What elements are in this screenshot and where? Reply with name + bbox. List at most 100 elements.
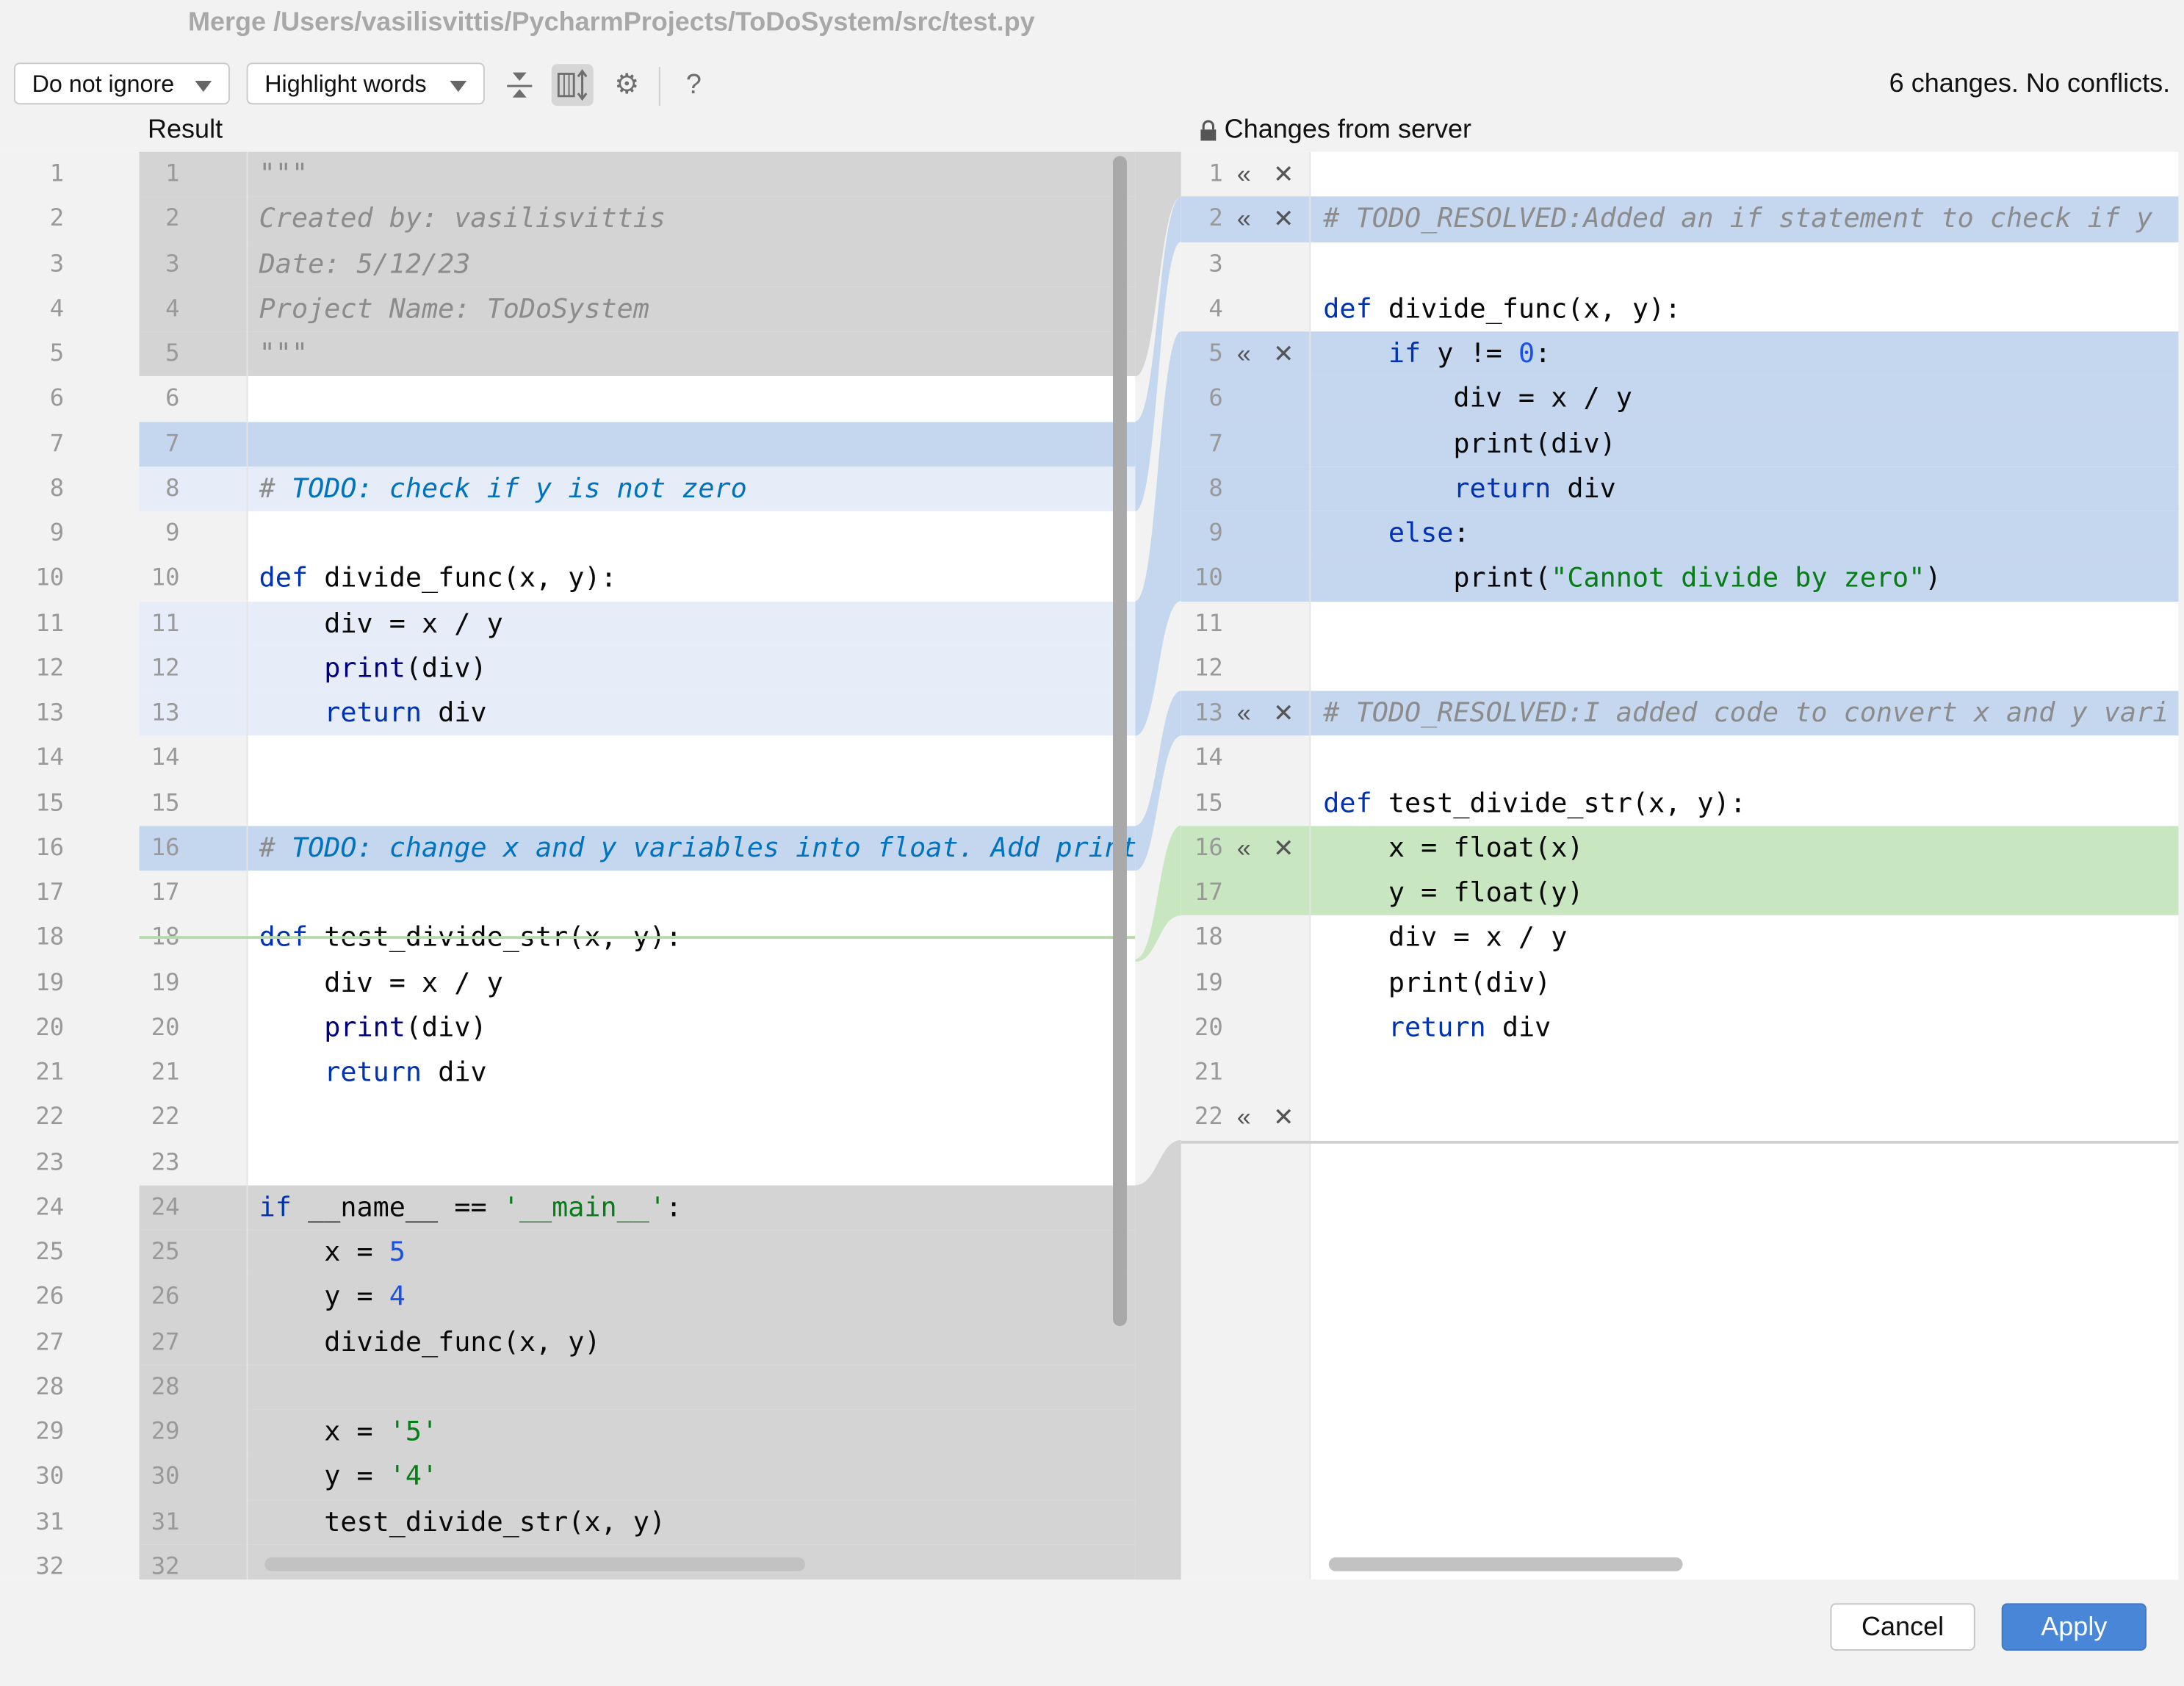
accept-change-icon[interactable]: « (1237, 1095, 1251, 1140)
code-token: def (259, 561, 325, 594)
code-line: y = float(y) (1323, 871, 1584, 915)
code-token: test_divide_str(x, y): (1388, 786, 1746, 818)
connector-band (1135, 1139, 1181, 1580)
code-line: return div (259, 691, 486, 735)
help-icon[interactable]: ? (673, 64, 715, 106)
ignore-whitespace-select[interactable]: Do not ignore (13, 62, 230, 105)
chevron-down-icon (450, 80, 467, 93)
cancel-button[interactable]: Cancel (1830, 1603, 1975, 1651)
code-token: divide_func(x, y): (324, 561, 617, 594)
code-token: def (1323, 292, 1388, 325)
server-horizontal-scrollbar[interactable] (1328, 1557, 1683, 1571)
code-line: else: (1323, 511, 1470, 556)
code-line: print("Cannot divide by zero") (1323, 556, 1941, 601)
line-number: 13 (151, 699, 180, 727)
code-token: """ (259, 336, 309, 370)
ignore-change-icon[interactable]: ✕ (1273, 197, 1294, 242)
line-number: 10 (1194, 564, 1223, 593)
line-number: 5 (1208, 339, 1223, 368)
apply-button[interactable]: Apply (2001, 1603, 2147, 1651)
line-number: 16 (151, 834, 180, 862)
line-number: 17 (151, 879, 180, 907)
ignore-change-icon[interactable]: ✕ (1273, 691, 1294, 735)
line-number: 2 (165, 205, 180, 234)
ignore-change-icon[interactable]: ✕ (1273, 152, 1294, 197)
chevron-down-icon (195, 80, 212, 93)
line-number: 13 (1194, 699, 1223, 727)
server-editor: 1 2 # TODO_RESOLVED:Added an if statement … (1181, 151, 2179, 1580)
code-line: div = x / y (1323, 376, 1632, 421)
code-line: # TODO_RESOLVED:I added code to convert … (1323, 691, 2169, 735)
code-token: print(div) (1323, 427, 1616, 459)
server-pane-title: Changes from server (1224, 115, 1472, 145)
code-line: def divide_func(x, y): (1323, 287, 1681, 331)
code-token: '4' (389, 1460, 439, 1493)
result-editor[interactable]: 1 1 """ 2 2 Created by: vasilisvittis 3 3 Date: … (0, 151, 1136, 1580)
ignore-change-icon[interactable]: ✕ (1273, 1095, 1294, 1140)
code-token: return (1388, 1011, 1502, 1043)
code-token: TODO: change x and y variables into floa… (291, 831, 1136, 864)
code-line: """ (259, 331, 308, 376)
code-token: return (324, 696, 439, 729)
code-token: if (259, 1190, 309, 1223)
line-number: 10 (151, 564, 180, 593)
code-line: x = '5' (259, 1410, 438, 1455)
line-number: 3 (1208, 250, 1223, 278)
code-token: ) (1925, 561, 1942, 594)
code-token: x = (259, 1415, 389, 1448)
line-number: 15 (151, 789, 180, 818)
code-line: def divide_func(x, y): (259, 556, 617, 601)
code-line: # TODO: change x and y variables into fl… (259, 826, 1136, 871)
code-token: div = x / y (259, 606, 503, 639)
line-number: 7 (165, 429, 180, 458)
gutter-divider (1309, 151, 1311, 1580)
line-number: 4 (1208, 295, 1223, 323)
merge-dialog: Merge /Users/vasilisvittis/PycharmProjec… (0, 0, 2184, 1686)
code-token: div = x / y (1323, 382, 1632, 414)
line-number: 21 (151, 1059, 180, 1087)
accept-change-icon[interactable]: « (1237, 691, 1251, 735)
lock-icon (1200, 120, 1218, 149)
gear-icon[interactable]: ⚙ (606, 64, 648, 106)
code-token: if (1388, 336, 1438, 370)
code-line: # TODO_RESOLVED:Added an if statement to… (1323, 197, 2152, 242)
result-pane-title: Result (147, 115, 223, 145)
code-token: x = float(x) (1323, 831, 1584, 864)
code-token: print( (1323, 561, 1551, 594)
code-token: (div) (405, 1011, 487, 1043)
accept-change-icon[interactable]: « (1237, 152, 1251, 197)
line-number: 21 (1194, 1059, 1223, 1087)
code-token: x = (259, 1235, 389, 1268)
code-line: print(div) (259, 1006, 487, 1051)
code-line: if y != 0: (1323, 331, 1551, 376)
code-line: divide_func(x, y) (259, 1320, 600, 1365)
line-number: 9 (1208, 519, 1223, 548)
code-token: div (1502, 1011, 1551, 1043)
collapse-unchanged-icon[interactable] (499, 64, 541, 106)
code-line: """ (259, 152, 308, 197)
accept-change-icon[interactable]: « (1237, 331, 1251, 376)
code-line: print(div) (259, 646, 487, 691)
code-token: (div) (405, 651, 487, 684)
result-horizontal-scrollbar[interactable] (264, 1557, 805, 1571)
accept-change-icon[interactable]: « (1237, 826, 1251, 871)
code-line: Date: 5/12/23 (259, 242, 471, 287)
code-line: return div (1323, 466, 1615, 511)
code-line: return div (259, 1051, 486, 1095)
code-token: # TODO_RESOLVED:I added code to convert … (1323, 696, 2169, 729)
ignore-change-icon[interactable]: ✕ (1273, 331, 1294, 376)
line-number: 1 (165, 160, 180, 188)
code-line: div = x / y (1323, 915, 1568, 960)
ignore-change-icon[interactable]: ✕ (1273, 826, 1294, 871)
line-number: 17 (1194, 879, 1223, 907)
highlight-mode-select[interactable]: Highlight words (246, 62, 485, 105)
accept-change-icon[interactable]: « (1237, 197, 1251, 242)
vertical-scrollbar[interactable] (1112, 156, 1127, 1327)
line-number: 20 (1194, 1013, 1223, 1042)
sync-scroll-icon[interactable] (551, 64, 594, 107)
